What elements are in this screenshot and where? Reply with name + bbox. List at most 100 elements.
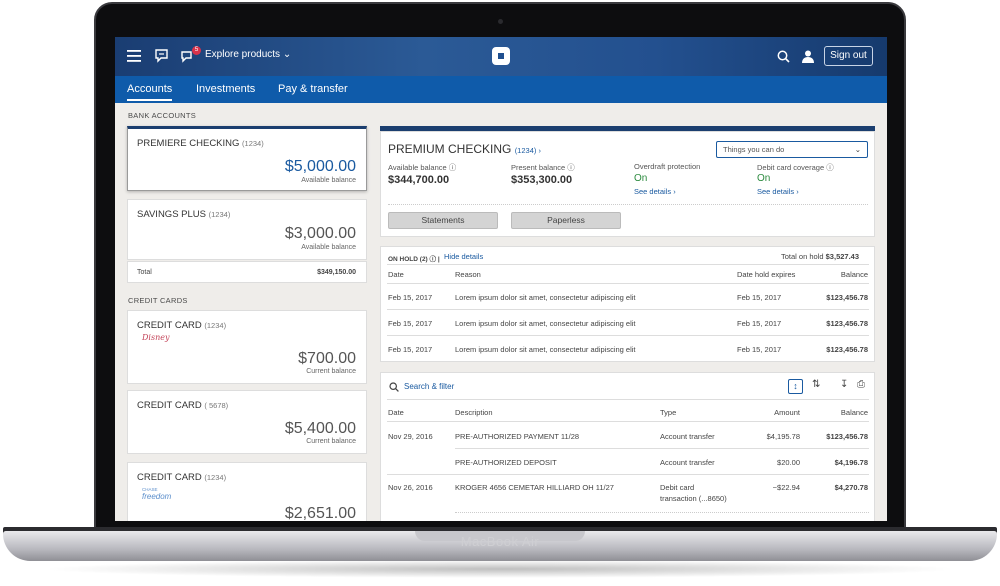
total-label: Total [137, 269, 152, 276]
bank-total-row: Total $349,150.00 [127, 261, 367, 283]
account-amount: $2,651.00 [284, 505, 356, 521]
account-sub-label: Current balance [306, 368, 356, 375]
account-summary-panel: PREMIUM CHECKING (1234) › Things you can… [380, 131, 875, 237]
tab-accounts[interactable]: Accounts [127, 83, 173, 101]
hold-balance: $123,456.78 [826, 293, 868, 302]
info-icon[interactable]: ⓘ [826, 163, 834, 172]
chat-icon[interactable] [154, 48, 169, 63]
hold-date: Feb 15, 2017 [388, 345, 433, 354]
credit-cards-heading: CREDIT CARDS [128, 296, 188, 305]
txn-balance: $123,456.78 [826, 432, 868, 441]
account-card-savings-plus[interactable]: SAVINGS PLUS (1234) $3,000.00 Available … [127, 199, 367, 260]
hold-date: Feb 15, 2017 [388, 293, 433, 302]
hold-expires: Feb 15, 2017 [737, 293, 782, 302]
things-you-can-do-select[interactable]: Things you can do ⌄ [716, 141, 868, 158]
available-balance-value: $344,700.00 [388, 174, 450, 186]
chevron-down-icon: ⌄ [854, 145, 861, 154]
statements-button[interactable]: Statements [388, 212, 498, 229]
credit-card-5678[interactable]: CREDIT CARD ( 5678) $5,400.00 Current ba… [127, 390, 367, 454]
account-name: SAVINGS PLUS (1234) [137, 209, 231, 220]
txn-amount: $20.00 [777, 458, 800, 467]
account-sub-label: Available balance [301, 244, 356, 251]
overdraft-see-details-link[interactable]: See details › [634, 187, 676, 196]
top-bar: 5 Explore products ⌄ Sign out [115, 37, 887, 76]
debit-see-details-link[interactable]: See details › [757, 187, 799, 196]
hold-expires: Feb 15, 2017 [737, 319, 782, 328]
account-amount: $5,400.00 [284, 420, 356, 437]
column-header-expires[interactable]: Date hold expires [737, 270, 795, 279]
divider [387, 474, 869, 475]
debit-card-coverage-label: Debit card coverage ⓘ [757, 163, 834, 172]
bank-logo[interactable] [492, 47, 510, 65]
chevron-down-icon: ⌄ [282, 49, 292, 60]
search-filter-link[interactable]: Search & filter [404, 382, 454, 391]
collapse-rows-icon[interactable]: ⇅ [812, 379, 820, 390]
divider [388, 204, 868, 205]
txn-type: Account transfer [660, 458, 715, 467]
txn-type-detail: transaction (...8650) [660, 494, 727, 503]
txn-amount: −$22.94 [772, 483, 800, 492]
txn-balance: $4,196.78 [834, 458, 868, 467]
device-brand: MacBook Air [460, 534, 540, 549]
credit-card-1234[interactable]: CREDIT CARD (1234) Disney $700.00 Curren… [127, 310, 367, 384]
column-header-type[interactable]: Type [660, 408, 676, 417]
column-header-reason[interactable]: Reason [455, 270, 481, 279]
hold-date: Feb 15, 2017 [388, 319, 433, 328]
total-on-hold: Total on hold $3,527.43 [781, 252, 860, 261]
debit-card-coverage-status: On [757, 173, 771, 184]
notification-badge: 5 [192, 46, 201, 55]
column-header-amount[interactable]: Amount [774, 408, 800, 417]
tab-pay-transfer[interactable]: Pay & transfer [278, 83, 348, 95]
tab-investments[interactable]: Investments [196, 83, 255, 95]
hide-details-link[interactable]: Hide details [444, 252, 483, 261]
user-icon[interactable] [802, 50, 814, 63]
search-icon[interactable] [777, 50, 790, 63]
paperless-button[interactable]: Paperless [511, 212, 621, 229]
summary-title: PREMIUM CHECKING (1234) › [388, 142, 541, 156]
freedom-card-logo: freedom [142, 492, 172, 501]
info-icon[interactable]: ⓘ [567, 163, 575, 172]
hold-balance: $123,456.78 [826, 345, 868, 354]
hold-expires: Feb 15, 2017 [737, 345, 782, 354]
account-sub-label: Current balance [306, 438, 356, 445]
info-icon[interactable]: ⓘ [449, 163, 457, 172]
download-icon[interactable]: ↧ [840, 379, 848, 390]
hold-reason: Lorem ipsum dolor sit amet, consectetur … [455, 293, 636, 302]
sign-out-button[interactable]: Sign out [824, 46, 873, 66]
column-header-date[interactable]: Date [388, 408, 404, 417]
menu-icon[interactable] [127, 50, 141, 62]
nav-bar: Accounts Investments Pay & transfer [115, 76, 887, 103]
column-header-description[interactable]: Description [455, 408, 493, 417]
divider [387, 264, 869, 265]
account-number-link[interactable]: (1234) › [515, 146, 541, 155]
present-balance-value: $353,300.00 [511, 174, 573, 186]
search-icon[interactable] [389, 382, 399, 392]
explore-products-label: Explore products [205, 49, 281, 60]
present-balance-label: Present balance ⓘ [511, 163, 575, 172]
account-amount: $5,000.00 [284, 158, 356, 175]
overdraft-protection-label: Overdraft protection [634, 162, 701, 171]
available-balance-label: Available balance ⓘ [388, 163, 457, 172]
info-icon[interactable]: ⓘ [430, 256, 437, 263]
account-card-premiere-checking[interactable]: PREMIERE CHECKING (1234) $5,000.00 Avail… [127, 126, 367, 191]
disney-card-logo: Disney [142, 333, 170, 342]
column-header-balance[interactable]: Balance [841, 408, 868, 417]
explore-products-menu[interactable]: Explore products ⌄ [205, 49, 291, 60]
txn-description: PRE-AUTHORIZED PAYMENT 11/28 [455, 432, 580, 441]
divider [387, 421, 869, 422]
column-header-date[interactable]: Date [388, 270, 404, 279]
column-header-balance[interactable]: Balance [841, 270, 868, 279]
txn-description: KROGER 4656 CEMETAR HILLIARD OH 11/27 [455, 483, 614, 492]
expand-rows-icon[interactable]: ↕ [788, 379, 803, 394]
account-name: PREMIERE CHECKING (1234) [137, 138, 264, 149]
account-name: CREDIT CARD (1234) [137, 472, 227, 483]
txn-description: PRE-AUTHORIZED DEPOSIT [455, 458, 557, 467]
hold-balance: $123,456.78 [826, 319, 868, 328]
txn-type: Debit card [660, 483, 695, 492]
print-icon[interactable]: ⎙ [857, 379, 865, 390]
bank-accounts-heading: BANK ACCOUNTS [128, 111, 197, 120]
divider [455, 512, 869, 513]
credit-card-freedom[interactable]: CREDIT CARD (1234) CHASE freedom $2,651.… [127, 462, 367, 521]
account-name: CREDIT CARD ( 5678) [137, 400, 229, 411]
divider [387, 335, 869, 336]
